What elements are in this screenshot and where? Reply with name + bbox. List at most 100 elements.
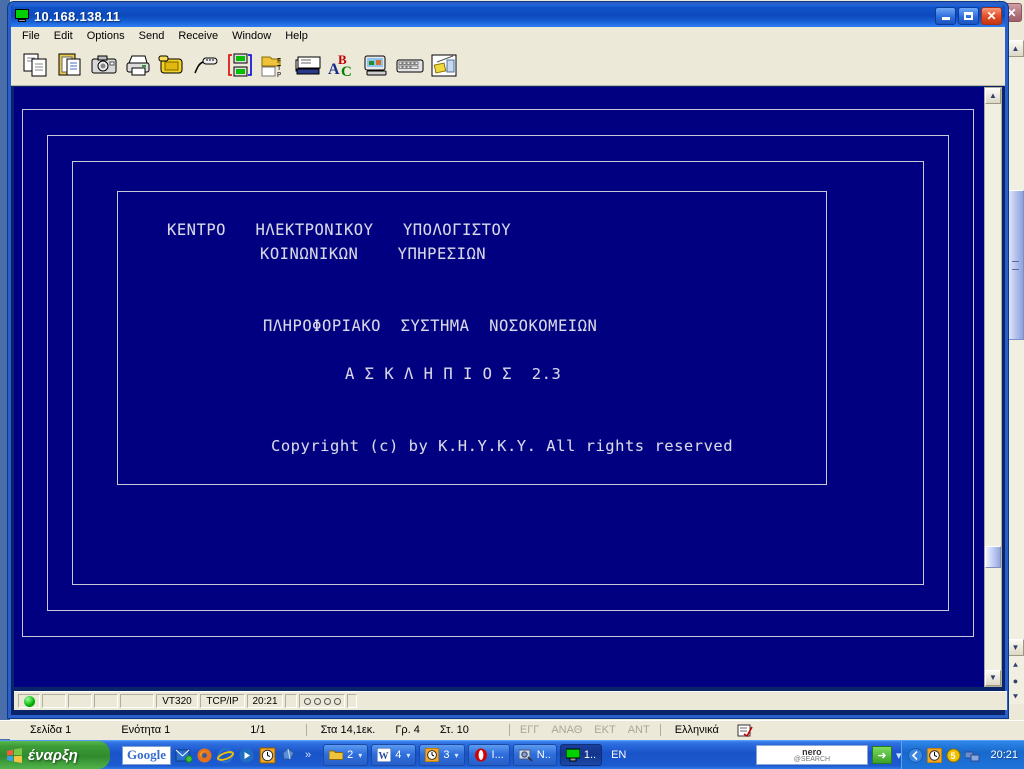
word-status-bar: Σελίδα 1 Ενότητα 1 1/1 Στα 14,1εκ. Γρ. 4…	[0, 720, 1024, 739]
menu-bar: File Edit Options Send Receive Window He…	[11, 27, 1005, 45]
word-mode-ekt[interactable]: ΕΚΤ	[588, 724, 621, 736]
task-dropdown-icon[interactable]: ▾	[455, 751, 459, 760]
menu-item-edit[interactable]: Edit	[47, 29, 80, 43]
abc-font-icon[interactable]: A B C	[327, 50, 357, 80]
terminal-vertical-scrollbar[interactable]: ▲ ▼	[984, 87, 1002, 687]
status-slot-2	[68, 694, 92, 708]
task-label: 1..	[583, 749, 597, 761]
opera-icon	[474, 748, 488, 762]
status-slot-6	[347, 694, 357, 708]
word-mode-anath[interactable]: ΑΝΑΘ	[545, 724, 588, 736]
paste-clipboard-icon[interactable]	[55, 50, 85, 80]
terminal-scroll-up-button[interactable]: ▲	[985, 88, 1001, 104]
keyboard-icon[interactable]	[395, 50, 425, 80]
word-next-page-button[interactable]: ⯆	[1007, 690, 1024, 704]
task-button-clock[interactable]: 3 ▾	[419, 744, 465, 766]
notification-area: 5 20:21	[901, 741, 1024, 769]
nero-brand: nero	[802, 746, 822, 757]
clock-icon[interactable]	[259, 747, 276, 764]
window-controls: ✕	[935, 7, 1002, 25]
notes-icon[interactable]	[429, 50, 459, 80]
word-line-indicator: Γρ. 4	[395, 724, 420, 736]
toolbar: F T P A B C	[11, 45, 1005, 86]
task-label: I...	[491, 749, 504, 761]
word-icon: W	[376, 747, 392, 763]
connection-led	[18, 694, 40, 708]
word-section-indicator: Ενότητα 1	[121, 724, 171, 736]
menu-item-options[interactable]: Options	[80, 29, 132, 43]
printer-icon[interactable]	[123, 50, 153, 80]
firefox-icon[interactable]	[196, 747, 213, 764]
minimize-button[interactable]	[935, 7, 956, 25]
show-desktop-icon[interactable]	[908, 747, 924, 763]
word-scroll-down-button[interactable]: ▼	[1007, 639, 1024, 656]
word-mode-egg[interactable]: ΕΓΓ	[514, 724, 545, 736]
word-vertical-scrollbar[interactable]: ▲ ▼	[1006, 40, 1024, 700]
title-bar[interactable]: 10.168.138.11 ✕	[11, 5, 1005, 27]
card-stack-icon[interactable]	[293, 50, 323, 80]
protocol-indicator: TCP/IP	[200, 694, 245, 708]
word-language-indicator[interactable]: Ελληνικά	[665, 724, 729, 736]
maximize-button[interactable]	[958, 7, 979, 25]
telephone-icon[interactable]	[157, 50, 187, 80]
word-scroll-up-button[interactable]: ▲	[1007, 40, 1024, 57]
task-button-opera[interactable]: I...	[467, 744, 510, 766]
nero-icon	[518, 748, 533, 762]
go-button[interactable]: ➜	[871, 746, 892, 764]
messenger-icon[interactable]	[280, 747, 297, 764]
close-button[interactable]: ✕	[981, 7, 1002, 25]
spellcheck-icon[interactable]	[737, 724, 753, 737]
modem-cable-icon[interactable]	[191, 50, 221, 80]
nero-search-box[interactable]: nero @SEARCH	[755, 745, 868, 765]
terminal-screen[interactable]: ΚΕΝΤΡΟ ΗΛΕΚΤΡΟΝΙΚΟΥ ΥΠΟΛΟΓΙΣΤΟΥ ΚΟΙΝΩΝΙΚ…	[14, 87, 986, 687]
update-icon[interactable]: 5	[946, 748, 961, 763]
language-indicator[interactable]: EN	[605, 749, 632, 761]
menu-item-send[interactable]: Send	[132, 29, 172, 43]
outlook-express-icon[interactable]	[175, 747, 193, 764]
quick-launch-overflow-icon[interactable]: »	[305, 749, 311, 761]
internet-explorer-icon[interactable]	[217, 747, 234, 764]
task-button-word[interactable]: W 4 ▾	[371, 744, 417, 766]
menu-item-window[interactable]: Window	[225, 29, 278, 43]
windows-flag-icon	[6, 747, 23, 764]
computer-display-icon[interactable]	[361, 50, 391, 80]
taskbar-clock[interactable]: 20:21	[990, 749, 1018, 761]
task-button-nero[interactable]: N..	[512, 744, 557, 766]
task-dropdown-icon[interactable]: ▾	[406, 751, 410, 760]
terminal-scrollbar-thumb[interactable]	[985, 546, 1001, 568]
system-tray-area: nero @SEARCH ➜ ▾ 5 20:21	[755, 741, 1024, 769]
start-label: έναρξη	[28, 746, 78, 764]
camera-icon[interactable]	[89, 50, 119, 80]
copy-icon[interactable]	[21, 50, 51, 80]
menu-item-file[interactable]: File	[15, 29, 47, 43]
menu-item-receive[interactable]: Receive	[171, 29, 225, 43]
word-position-indicator: Στα 14,1εκ.	[320, 724, 376, 736]
status-slot-4	[120, 694, 154, 708]
svg-text:C: C	[341, 64, 352, 80]
terminal-status-bar: VT320 TCP/IP 20:21	[14, 691, 1007, 710]
word-scrollbar-thumb[interactable]	[1007, 190, 1024, 340]
word-prev-page-button[interactable]: ⯅	[1007, 658, 1024, 672]
lamp-3	[323, 697, 331, 705]
ftp-folder-icon[interactable]: F T P	[259, 50, 289, 80]
connect-session-icon[interactable]	[225, 50, 255, 80]
status-slot-3	[94, 694, 118, 708]
lamp-4	[333, 697, 341, 705]
status-slot-1	[42, 694, 66, 708]
terminal-scroll-down-button[interactable]: ▼	[985, 670, 1001, 686]
task-button-folders[interactable]: 2 ▾	[323, 744, 369, 766]
clock-tray-icon[interactable]	[926, 747, 943, 763]
task-dropdown-icon[interactable]: ▾	[358, 751, 362, 760]
terminal-line-1: ΚΕΝΤΡΟ ΗΛΕΚΤΡΟΝΙΚΟΥ ΥΠΟΛΟΓΙΣΤΟΥ	[167, 221, 512, 239]
emulation-indicator: VT320	[156, 694, 198, 708]
network-icon[interactable]	[964, 748, 980, 763]
google-toolbar-button[interactable]: Google	[122, 745, 171, 765]
media-player-icon[interactable]	[238, 747, 255, 764]
terminal-line-copyright: Copyright (c) by K.H.Y.K.Y. All rights r…	[271, 437, 734, 455]
terminal-window: 10.168.138.11 ✕ File Edit Options Send R…	[8, 2, 1008, 718]
word-mode-ant[interactable]: ΑΝΤ	[622, 724, 656, 736]
task-button-terminal[interactable]: 1..	[559, 744, 603, 766]
word-select-browse-object-button[interactable]: ●	[1007, 674, 1024, 688]
menu-item-help[interactable]: Help	[278, 29, 315, 43]
start-button[interactable]: έναρξη	[0, 741, 110, 769]
